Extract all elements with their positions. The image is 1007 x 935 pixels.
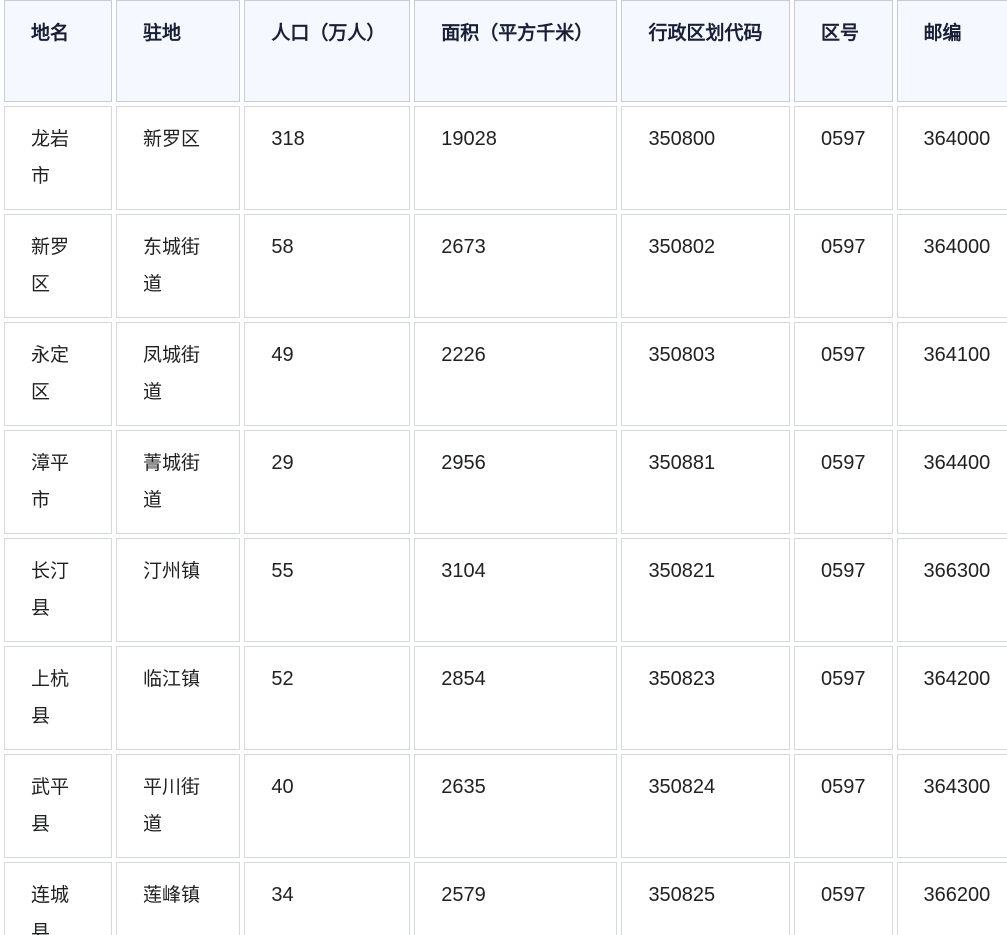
cell-postal-code: 366200	[896, 862, 1007, 935]
cell-area: 2673	[414, 214, 618, 318]
cell-population: 52	[244, 646, 411, 750]
header-seat[interactable]: 驻地	[115, 0, 241, 102]
table-row: 连城县 莲峰镇 34 2579 350825 0597 366200	[4, 862, 1007, 935]
cell-postal-code: 364300	[896, 754, 1007, 858]
header-place-name[interactable]: 地名	[4, 0, 112, 102]
header-area[interactable]: 面积（平方千米）	[414, 0, 618, 102]
cell-place-name: 长汀县	[4, 538, 112, 642]
cell-division-code: 350823	[621, 646, 791, 750]
cell-area-code: 0597	[794, 322, 893, 426]
cell-seat: 凤城街道	[115, 322, 241, 426]
cell-area: 2956	[414, 430, 618, 534]
table-row: 龙岩市 新罗区 318 19028 350800 0597 364000	[4, 106, 1007, 210]
cell-population: 55	[244, 538, 411, 642]
header-division-code[interactable]: 行政区划代码	[621, 0, 791, 102]
cell-postal-code: 366300	[896, 538, 1007, 642]
cell-division-code: 350802	[621, 214, 791, 318]
cell-area: 2226	[414, 322, 618, 426]
cell-postal-code: 364100	[896, 322, 1007, 426]
cell-place-name: 新罗区	[4, 214, 112, 318]
cell-division-code: 350825	[621, 862, 791, 935]
cell-place-name: 上杭县	[4, 646, 112, 750]
table-row: 漳平市 菁城街道 29 2956 350881 0597 364400	[4, 430, 1007, 534]
cell-seat: 莲峰镇	[115, 862, 241, 935]
cell-population: 318	[244, 106, 411, 210]
table-body: 龙岩市 新罗区 318 19028 350800 0597 364000 新罗区…	[4, 106, 1007, 935]
cell-division-code: 350821	[621, 538, 791, 642]
cell-postal-code: 364200	[896, 646, 1007, 750]
cell-area: 2579	[414, 862, 618, 935]
cell-place-name: 龙岩市	[4, 106, 112, 210]
cell-area: 2635	[414, 754, 618, 858]
cell-division-code: 350800	[621, 106, 791, 210]
cell-population: 29	[244, 430, 411, 534]
cell-population: 49	[244, 322, 411, 426]
cell-place-name: 漳平市	[4, 430, 112, 534]
cell-area-code: 0597	[794, 646, 893, 750]
cell-area: 3104	[414, 538, 618, 642]
header-population[interactable]: 人口（万人）	[244, 0, 411, 102]
header-area-code[interactable]: 区号	[794, 0, 893, 102]
cell-place-name: 连城县	[4, 862, 112, 935]
cell-population: 34	[244, 862, 411, 935]
cell-division-code: 350881	[621, 430, 791, 534]
cell-area-code: 0597	[794, 430, 893, 534]
cell-area-code: 0597	[794, 862, 893, 935]
header-row: 地名 驻地 人口（万人） 面积（平方千米） 行政区划代码 区号 邮编	[4, 0, 1007, 102]
cell-area: 19028	[414, 106, 618, 210]
table-header: 地名 驻地 人口（万人） 面积（平方千米） 行政区划代码 区号 邮编	[4, 0, 1007, 102]
cell-population: 40	[244, 754, 411, 858]
admin-division-table-container: 地名 驻地 人口（万人） 面积（平方千米） 行政区划代码 区号 邮编 龙岩市 新…	[0, 0, 1007, 935]
cell-seat: 新罗区	[115, 106, 241, 210]
table-row: 永定区 凤城街道 49 2226 350803 0597 364100	[4, 322, 1007, 426]
cell-place-name: 永定区	[4, 322, 112, 426]
cell-area-code: 0597	[794, 538, 893, 642]
cell-seat: 东城街道	[115, 214, 241, 318]
cell-postal-code: 364000	[896, 214, 1007, 318]
cell-seat: 临江镇	[115, 646, 241, 750]
cell-area-code: 0597	[794, 214, 893, 318]
cell-area-code: 0597	[794, 754, 893, 858]
table-row: 武平县 平川街道 40 2635 350824 0597 364300	[4, 754, 1007, 858]
cell-seat: 汀州镇	[115, 538, 241, 642]
cell-area: 2854	[414, 646, 618, 750]
table-row: 上杭县 临江镇 52 2854 350823 0597 364200	[4, 646, 1007, 750]
cell-area-code: 0597	[794, 106, 893, 210]
cell-seat: 平川街道	[115, 754, 241, 858]
cell-postal-code: 364400	[896, 430, 1007, 534]
cell-division-code: 350803	[621, 322, 791, 426]
cell-division-code: 350824	[621, 754, 791, 858]
admin-division-table: 地名 驻地 人口（万人） 面积（平方千米） 行政区划代码 区号 邮编 龙岩市 新…	[0, 0, 1007, 935]
header-postal-code[interactable]: 邮编	[896, 0, 1007, 102]
cell-population: 58	[244, 214, 411, 318]
table-row: 长汀县 汀州镇 55 3104 350821 0597 366300	[4, 538, 1007, 642]
table-row: 新罗区 东城街道 58 2673 350802 0597 364000	[4, 214, 1007, 318]
cell-seat: 菁城街道	[115, 430, 241, 534]
cell-place-name: 武平县	[4, 754, 112, 858]
cell-postal-code: 364000	[896, 106, 1007, 210]
